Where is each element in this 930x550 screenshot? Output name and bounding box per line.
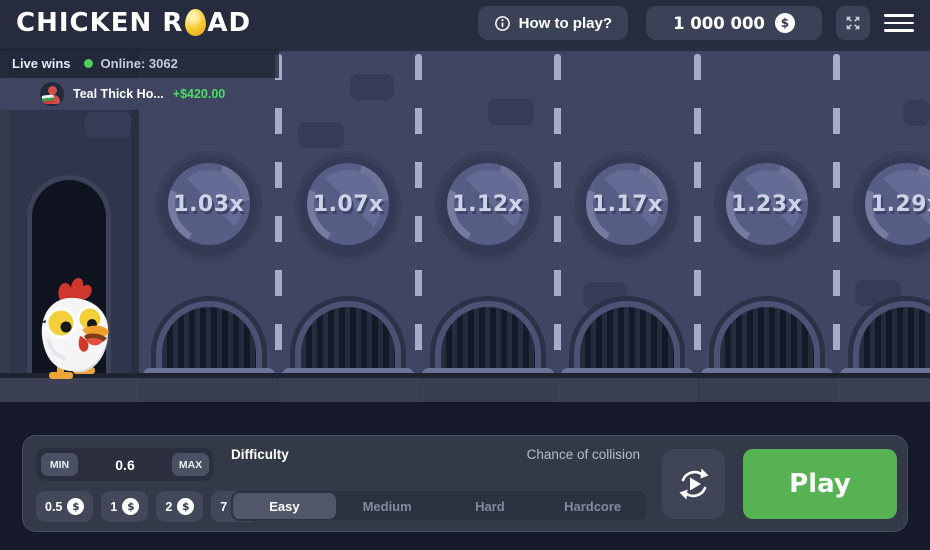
dollar-coin-icon: $: [177, 498, 194, 515]
game-board: 1.03x 1.07x 1.12x 1.: [0, 46, 930, 402]
tab-easy[interactable]: Easy: [233, 493, 336, 519]
multiplier-label: 1.23x: [731, 192, 802, 217]
quick-bet-2-button[interactable]: 2 $: [156, 491, 203, 522]
logo-text-suffix: AD: [207, 8, 251, 38]
difficulty-label: Difficulty: [231, 447, 289, 462]
multiplier-disc: 1.07x: [301, 157, 395, 251]
sewer-grate: [561, 300, 693, 381]
live-win-entry: Teal Thick Ho... +$420.00: [0, 78, 239, 110]
multiplier-label: 1.07x: [313, 192, 384, 217]
chicken-road-app: CHICKEN R AD How to play? 1 000 000 $: [0, 0, 930, 550]
multiplier-disc: 1.12x: [441, 157, 535, 251]
online-count: Online: 3062: [101, 56, 178, 71]
dollar-coin-icon: $: [67, 498, 84, 515]
bet-value[interactable]: 0.6: [78, 457, 172, 473]
dollar-coin-icon: $: [122, 498, 139, 515]
bet-control-panel: MIN 0.6 MAX 0.5 $ 1 $ 2 $ 7 $ Difficulty…: [22, 435, 908, 532]
autoplay-icon: [676, 466, 712, 502]
win-amount: +$420.00: [173, 87, 225, 101]
info-icon: [494, 15, 511, 32]
live-wins-header: Live wins Online: 3062: [0, 48, 279, 78]
play-button[interactable]: Play: [743, 449, 897, 519]
winner-name: Teal Thick Ho...: [73, 87, 164, 101]
app-logo: CHICKEN R AD: [16, 8, 251, 38]
how-to-play-button[interactable]: How to play?: [478, 6, 628, 40]
lane: 1.17x: [558, 46, 698, 402]
quick-bet-label: 7: [220, 500, 227, 514]
multiplier-disc: 1.03x: [162, 157, 256, 251]
min-bet-button[interactable]: MIN: [41, 453, 78, 476]
online-dot-icon: [84, 59, 93, 68]
flag-icon: [42, 94, 55, 104]
fullscreen-button[interactable]: [836, 6, 870, 40]
dollar-coin-icon: $: [775, 13, 795, 33]
sidewalk: [0, 373, 930, 402]
hamburger-menu-icon[interactable]: [884, 6, 914, 40]
tab-hard[interactable]: Hard: [439, 493, 542, 519]
sewer-grate: [701, 300, 833, 381]
quick-bet-1-button[interactable]: 1 $: [101, 491, 148, 522]
avatar: [40, 82, 64, 106]
sewer-grate: [282, 300, 414, 381]
tab-hardcore[interactable]: Hardcore: [541, 493, 644, 519]
lane-divider: [415, 54, 422, 378]
balance-value: 1 000 000: [673, 14, 765, 33]
header: CHICKEN R AD How to play? 1 000 000 $: [0, 0, 930, 46]
quick-bet-row: 0.5 $ 1 $ 2 $ 7 $: [36, 491, 258, 522]
how-to-play-label: How to play?: [519, 15, 612, 32]
sewer-grate: [143, 300, 275, 381]
egg-icon: [185, 9, 206, 36]
lane: 1.29x: [837, 46, 930, 402]
lane-divider: [833, 54, 840, 378]
quick-bet-label: 0.5: [45, 500, 62, 514]
tab-medium[interactable]: Medium: [336, 493, 439, 519]
multiplier-disc: 1.29x: [859, 157, 930, 251]
fullscreen-icon: [844, 14, 862, 32]
road-patch: [85, 112, 131, 138]
multiplier-label: 1.17x: [592, 192, 663, 217]
multiplier-label: 1.29x: [871, 192, 930, 217]
lane-divider: [554, 54, 561, 378]
multiplier-label: 1.03x: [173, 192, 244, 217]
lanes: 1.03x 1.07x 1.12x 1.: [139, 46, 930, 402]
autoplay-button[interactable]: [662, 449, 725, 519]
logo-text-prefix: CHICKEN R: [16, 8, 183, 38]
lane-divider: [694, 54, 701, 378]
sewer-grate: [840, 300, 930, 381]
chance-of-collision-label: Chance of collision: [527, 447, 640, 462]
multiplier-disc: 1.23x: [720, 157, 814, 251]
lane: 1.12x: [418, 46, 558, 402]
bet-amount-input[interactable]: MIN 0.6 MAX: [36, 448, 214, 481]
sewer-grate: [422, 300, 554, 381]
live-wins-title: Live wins: [12, 56, 71, 71]
difficulty-tabs: Easy Medium Hard Hardcore: [231, 491, 646, 521]
quick-bet-label: 1: [110, 500, 117, 514]
max-bet-button[interactable]: MAX: [172, 453, 209, 476]
quick-bet-label: 2: [165, 500, 172, 514]
balance-display: 1 000 000 $: [646, 6, 822, 40]
multiplier-label: 1.12x: [452, 192, 523, 217]
multiplier-disc: 1.17x: [580, 157, 674, 251]
chicken-character: [20, 270, 120, 384]
quick-bet-0.5-button[interactable]: 0.5 $: [36, 491, 93, 522]
lane-divider: [275, 54, 282, 378]
lane: 1.23x: [697, 46, 837, 402]
lane: 1.07x: [279, 46, 419, 402]
